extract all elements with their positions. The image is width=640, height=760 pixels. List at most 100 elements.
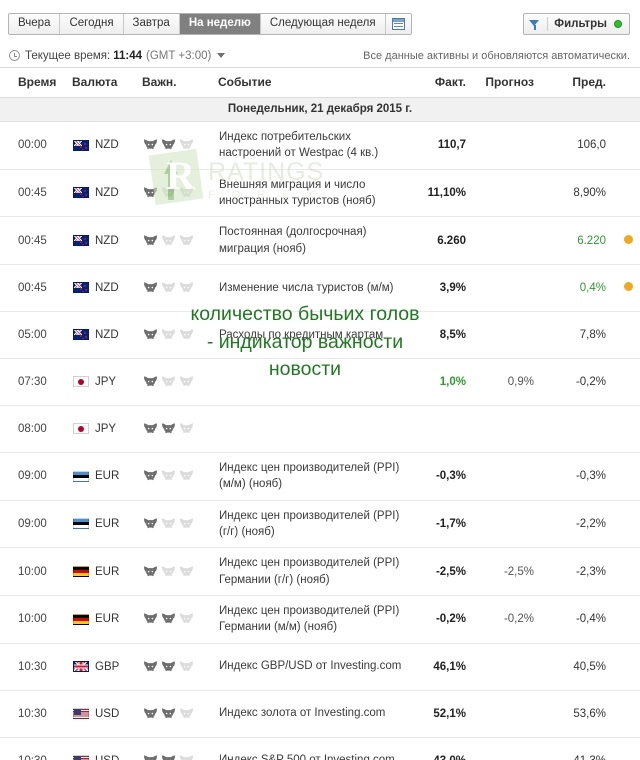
cell-importance[interactable] <box>142 264 218 312</box>
table-row[interactable]: 10:30USDИндекс S&P 500 от Investing.com4… <box>0 737 640 760</box>
cell-currency: JPY <box>72 405 142 453</box>
cell-event[interactable]: Индекс цен производителей (PPI) (г/г) (н… <box>218 500 410 549</box>
bull-head-icon <box>143 235 158 247</box>
currency-code: EUR <box>95 517 120 530</box>
column-header-importance[interactable]: Важн. <box>142 68 218 98</box>
bull-head-icon <box>161 661 176 673</box>
table-row[interactable]: 10:30 GBP Индекс GBP/USD от Investing.com 4… <box>0 643 640 691</box>
cell-importance[interactable] <box>142 358 218 406</box>
table-row[interactable]: 09:00 EUR Индекс цен производителей (PPI) … <box>0 452 640 501</box>
bull-head-icon <box>179 187 194 199</box>
tab-4[interactable]: Следующая неделя <box>260 14 386 34</box>
column-header-previous[interactable]: Пред. <box>544 68 616 98</box>
tab-0[interactable]: Вчера <box>9 14 61 34</box>
cell-currency: NZD <box>72 264 142 312</box>
column-header-event[interactable]: Событие <box>218 68 410 98</box>
table-row[interactable]: 08:00 JPY <box>0 405 640 453</box>
bull-head-icon <box>179 235 194 247</box>
cell-importance[interactable] <box>142 216 218 265</box>
table-row[interactable]: 00:45 NZD Изменение числа туристов (м/м) 3,… <box>0 264 640 312</box>
table-row[interactable]: 10:00 EUR Индекс цен производителей (PPI) … <box>0 547 640 596</box>
currency-code: NZD <box>95 281 119 294</box>
cell-event[interactable]: Индекс потребительских настроений от Wes… <box>218 121 410 170</box>
table-row[interactable]: 05:00 NZD Расходы по кредитным картам 8,5% 7… <box>0 311 640 359</box>
column-header-forecast[interactable]: Прогноз <box>472 68 544 98</box>
currency-code: NZD <box>95 234 119 247</box>
cell-currency: NZD <box>72 121 142 170</box>
table-row[interactable]: 10:00 EUR Индекс цен производителей (PPI) … <box>0 595 640 644</box>
cell-event[interactable]: Изменение числа туристов (м/м) <box>218 264 410 312</box>
table-row[interactable]: 09:00 EUR Индекс цен производителей (PPI) … <box>0 500 640 549</box>
bull-head-icon <box>161 329 176 341</box>
cell-importance[interactable] <box>142 452 218 501</box>
bull-head-icon <box>143 755 158 760</box>
cell-actual: 1,0% <box>410 358 472 406</box>
column-header-actual[interactable]: Факт. <box>410 68 472 98</box>
cell-importance[interactable] <box>142 737 218 760</box>
table-row[interactable]: 00:00 NZD Индекс потребительских настроени… <box>0 121 640 170</box>
cell-importance[interactable] <box>142 405 218 453</box>
filters-button[interactable]: Фильтры <box>523 13 630 35</box>
cell-event[interactable]: Индекс цен производителей (PPI) Германии… <box>218 547 410 596</box>
table-head: Время Валюта Важн. Событие Факт. Прогноз… <box>0 68 640 98</box>
flag-icon-us <box>73 755 89 760</box>
cell-importance[interactable] <box>142 547 218 596</box>
importance-bulls <box>143 329 217 341</box>
cell-importance[interactable] <box>142 595 218 644</box>
cell-previous: -0,3% <box>544 452 616 501</box>
flag-stars <box>80 142 87 150</box>
cell-currency: NZD <box>72 311 142 359</box>
cell-event[interactable]: Индекс GBP/USD от Investing.com <box>218 643 410 691</box>
cell-forecast <box>472 311 544 359</box>
cell-previous: 41,3% <box>544 737 616 760</box>
bull-head-icon <box>143 376 158 388</box>
cell-event[interactable] <box>218 358 410 406</box>
cell-importance[interactable] <box>142 690 218 738</box>
flag-stars <box>80 332 87 340</box>
cell-event[interactable]: Индекс золота от Investing.com <box>218 690 410 738</box>
cell-event[interactable]: Индекс цен производителей (PPI) (м/м) (н… <box>218 452 410 501</box>
cell-event[interactable]: Индекс цен производителей (PPI) Германии… <box>218 595 410 644</box>
cell-event[interactable] <box>218 405 410 453</box>
calendar-table-wrapper: Время Валюта Важн. Событие Факт. Прогноз… <box>0 67 640 760</box>
column-header-currency[interactable]: Валюта <box>72 68 142 98</box>
cell-event[interactable]: Индекс S&P 500 от Investing.com <box>218 737 410 760</box>
cell-previous: 0,4% <box>544 264 616 312</box>
bull-head-icon <box>161 139 176 151</box>
tab-1[interactable]: Сегодня <box>60 14 124 34</box>
chevron-down-icon[interactable] <box>217 53 226 58</box>
cell-importance[interactable] <box>142 311 218 359</box>
cell-forecast <box>472 690 544 738</box>
bull-head-icon <box>143 518 158 530</box>
cell-event[interactable]: Постоянная (долгосрочная) миграция (нояб… <box>218 216 410 265</box>
cell-forecast <box>472 121 544 170</box>
table-row[interactable]: 00:45 NZD Постоянная (долгосрочная) миграц… <box>0 216 640 265</box>
table-row[interactable]: 07:30 JPY 1,0% 0,9% -0,2% <box>0 358 640 406</box>
bull-head-icon <box>179 566 194 578</box>
cell-time: 09:00 <box>0 500 72 549</box>
day-separator-label: Понедельник, 21 декабря 2015 г. <box>0 97 640 122</box>
cell-time: 00:00 <box>0 121 72 170</box>
cell-event[interactable]: Расходы по кредитным картам <box>218 311 410 359</box>
importance-bulls <box>143 139 217 151</box>
cell-importance[interactable] <box>142 121 218 170</box>
tab-2[interactable]: Завтра <box>123 14 180 34</box>
cell-currency: EUR <box>72 452 142 501</box>
bull-head-icon <box>179 518 194 530</box>
cell-currency: GBP <box>72 643 142 691</box>
currency-code: USD <box>95 707 120 720</box>
cell-forecast <box>472 452 544 501</box>
table-row[interactable]: 00:45 NZD Внешняя миграция и число иностра… <box>0 169 640 218</box>
cell-status <box>616 358 640 406</box>
tab-calendar-view[interactable] <box>385 14 411 34</box>
tab-3[interactable]: На неделю <box>179 14 261 34</box>
cell-importance[interactable] <box>142 169 218 218</box>
table-row[interactable]: 10:30 USD Индекс золота от Investing.com 52… <box>0 690 640 738</box>
importance-bulls <box>143 235 217 247</box>
cell-event[interactable]: Внешняя миграция и число иностранных тур… <box>218 169 410 218</box>
column-header-time[interactable]: Время <box>0 68 72 98</box>
cell-importance[interactable] <box>142 643 218 691</box>
cell-importance[interactable] <box>142 500 218 549</box>
bull-head-icon <box>143 708 158 720</box>
cell-status <box>616 405 640 453</box>
